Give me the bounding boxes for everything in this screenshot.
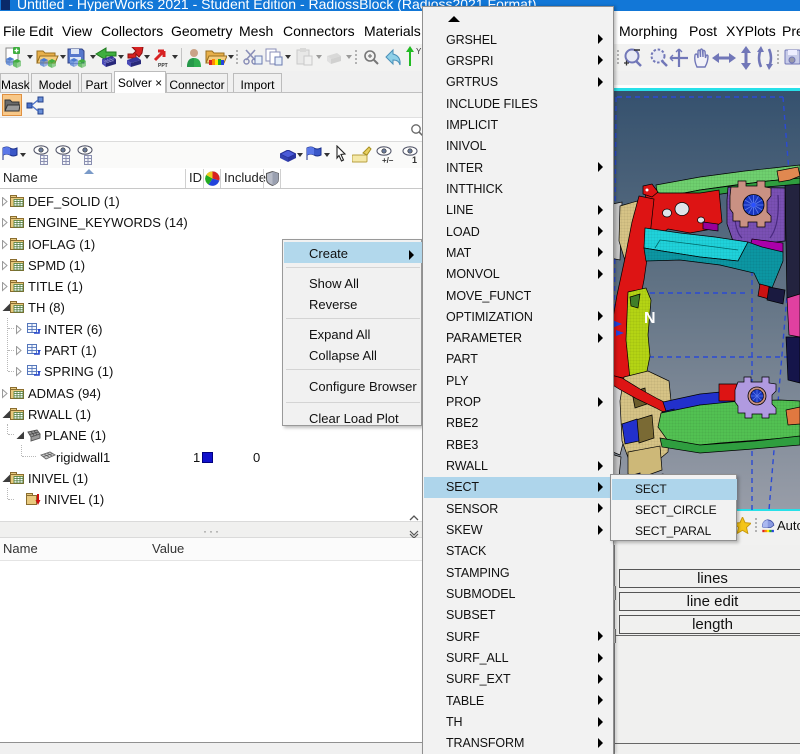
svg-text:N: N bbox=[644, 310, 656, 327]
svg-text:1: 1 bbox=[412, 155, 417, 165]
svg-text:+/–: +/– bbox=[382, 156, 394, 165]
svg-text:PPT: PPT bbox=[158, 63, 168, 68]
